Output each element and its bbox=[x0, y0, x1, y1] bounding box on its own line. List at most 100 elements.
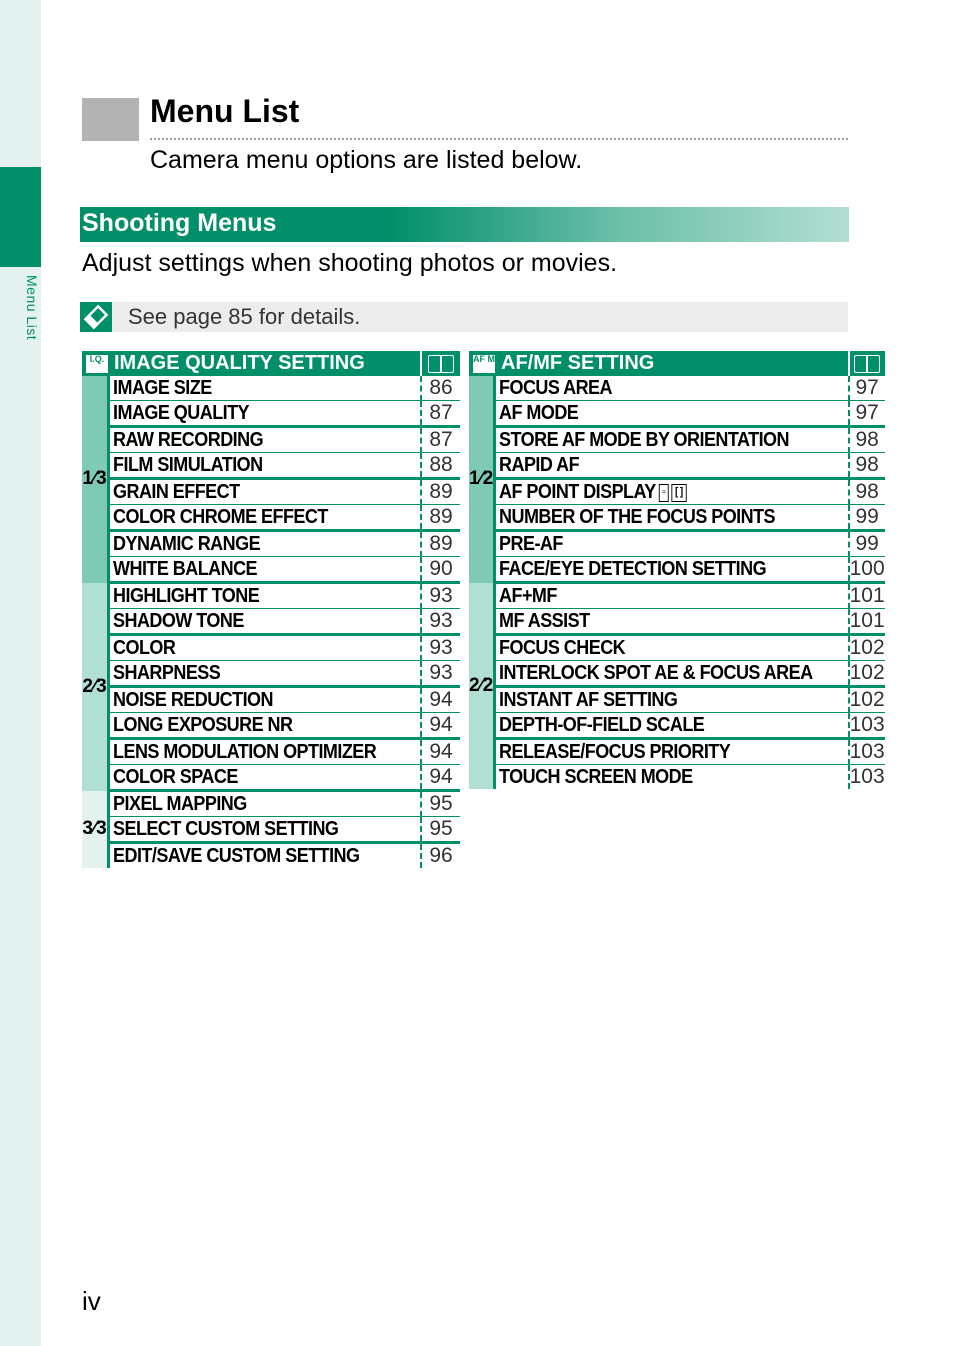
menu-item-name[interactable]: RELEASE/FOCUS PRIORITY bbox=[494, 738, 814, 765]
page-reference[interactable]: 102 bbox=[847, 660, 885, 688]
page-reference[interactable]: 102 bbox=[847, 634, 885, 661]
menu-item-name[interactable]: NUMBER OF THE FOCUS POINTS bbox=[494, 504, 814, 532]
page-reference[interactable]: 94 bbox=[420, 764, 460, 792]
menu-row[interactable]: DEPTH-OF-FIELD SCALE 103 bbox=[469, 712, 885, 740]
menu-item-name[interactable]: AF MODE bbox=[494, 400, 814, 428]
page-reference[interactable]: 101 bbox=[847, 608, 885, 636]
menu-item-name[interactable]: PRE-AF bbox=[494, 530, 814, 557]
page-reference[interactable]: 102 bbox=[847, 686, 885, 713]
menu-item-name[interactable]: LONG EXPOSURE NR bbox=[108, 712, 390, 740]
menu-row[interactable]: FILM SIMULATION 88 bbox=[82, 452, 460, 480]
menu-item-name[interactable]: GRAIN EFFECT bbox=[108, 478, 390, 505]
menu-row[interactable]: RAW RECORDING 87 bbox=[82, 426, 460, 453]
menu-item-name[interactable]: DEPTH-OF-FIELD SCALE bbox=[494, 712, 814, 740]
menu-row[interactable]: STORE AF MODE BY ORIENTATION 98 bbox=[469, 426, 885, 453]
page-reference[interactable]: 94 bbox=[420, 738, 460, 765]
menu-item-name[interactable]: FACE/EYE DETECTION SETTING bbox=[494, 556, 814, 584]
page-reference[interactable]: 93 bbox=[420, 634, 460, 661]
menu-row[interactable]: COLOR CHROME EFFECT 89 bbox=[82, 504, 460, 532]
menu-row[interactable]: PRE-AF 99 bbox=[469, 530, 885, 557]
page-reference[interactable]: 93 bbox=[420, 582, 460, 609]
menu-row[interactable]: RELEASE/FOCUS PRIORITY 103 bbox=[469, 738, 885, 765]
menu-item-name[interactable]: LENS MODULATION OPTIMIZER bbox=[108, 738, 390, 765]
menu-row[interactable]: COLOR SPACE 94 bbox=[82, 764, 460, 792]
menu-row[interactable]: TOUCH SCREEN MODE 103 bbox=[469, 764, 885, 790]
menu-row[interactable]: GRAIN EFFECT 89 bbox=[82, 478, 460, 505]
page-reference[interactable]: 89 bbox=[420, 530, 460, 557]
page-reference[interactable]: 98 bbox=[847, 426, 885, 453]
page-reference[interactable]: 97 bbox=[847, 376, 885, 401]
menu-row[interactable]: LONG EXPOSURE NR 94 bbox=[82, 712, 460, 740]
page-reference[interactable]: 99 bbox=[847, 504, 885, 532]
menu-item-name[interactable]: DYNAMIC RANGE bbox=[108, 530, 390, 557]
menu-row[interactable]: INTERLOCK SPOT AE & FOCUS AREA 102 bbox=[469, 660, 885, 688]
menu-row[interactable]: 2⁄2 AF+MF 101 bbox=[469, 582, 885, 789]
menu-row[interactable]: RAPID AF 98 bbox=[469, 452, 885, 480]
page-reference[interactable]: 98 bbox=[847, 452, 885, 480]
page-reference[interactable]: 99 bbox=[847, 530, 885, 557]
menu-row[interactable]: 1⁄3 IMAGE SIZE 86 bbox=[82, 376, 460, 583]
menu-row[interactable]: SELECT CUSTOM SETTING 95 bbox=[82, 816, 460, 844]
menu-item-name[interactable]: COLOR bbox=[108, 634, 390, 661]
menu-row[interactable]: 3⁄3 PIXEL MAPPING 95 bbox=[82, 790, 460, 868]
menu-item-name[interactable]: EDIT/SAVE CUSTOM SETTING bbox=[109, 843, 390, 869]
page-reference[interactable]: 90 bbox=[420, 556, 460, 584]
menu-row[interactable]: AF POINT DISPLAY ▫[ ] 98 bbox=[469, 478, 885, 505]
menu-row[interactable]: 2⁄3 HIGHLIGHT TONE 93 bbox=[82, 582, 460, 791]
menu-row[interactable]: DYNAMIC RANGE 89 bbox=[82, 530, 460, 557]
page-reference[interactable]: 98 bbox=[847, 478, 885, 505]
menu-item-name[interactable]: INTERLOCK SPOT AE & FOCUS AREA bbox=[494, 660, 814, 688]
menu-row[interactable]: IMAGE QUALITY 87 bbox=[82, 400, 460, 428]
page-reference[interactable]: 88 bbox=[420, 452, 460, 480]
page-reference[interactable]: 89 bbox=[420, 504, 460, 532]
menu-item-name[interactable]: FOCUS AREA bbox=[494, 376, 814, 401]
page-reference[interactable]: 96 bbox=[420, 842, 460, 868]
page-reference[interactable]: 87 bbox=[420, 400, 460, 428]
menu-row[interactable]: LENS MODULATION OPTIMIZER 94 bbox=[82, 738, 460, 765]
menu-row[interactable]: 1⁄2 FOCUS AREA 97 bbox=[469, 376, 885, 583]
page-reference[interactable]: 89 bbox=[420, 478, 460, 505]
menu-row[interactable]: WHITE BALANCE 90 bbox=[82, 556, 460, 584]
menu-row[interactable]: COLOR 93 bbox=[82, 634, 460, 661]
menu-row[interactable]: EDIT/SAVE CUSTOM SETTING 96 bbox=[82, 842, 460, 869]
menu-item-name[interactable]: INSTANT AF SETTING bbox=[494, 686, 814, 713]
menu-item-name[interactable]: COLOR CHROME EFFECT bbox=[108, 504, 390, 532]
menu-item-name[interactable]: SHADOW TONE bbox=[108, 608, 390, 636]
menu-item-name[interactable]: STORE AF MODE BY ORIENTATION bbox=[494, 426, 814, 453]
menu-item-name[interactable]: RAPID AF bbox=[494, 452, 814, 480]
page-reference[interactable]: 103 bbox=[847, 764, 885, 789]
menu-item-name[interactable]: FILM SIMULATION bbox=[108, 452, 390, 480]
menu-item-name[interactable]: MF ASSIST bbox=[494, 608, 814, 636]
page-reference[interactable]: 95 bbox=[420, 790, 460, 817]
menu-item-name[interactable]: COLOR SPACE bbox=[108, 764, 390, 792]
page-reference[interactable]: 100 bbox=[847, 556, 885, 584]
chapter-tab[interactable] bbox=[0, 167, 41, 267]
page-reference[interactable]: 94 bbox=[420, 686, 460, 713]
menu-item-name[interactable]: RAW RECORDING bbox=[108, 426, 390, 453]
menu-row[interactable]: FOCUS CHECK 102 bbox=[469, 634, 885, 661]
page-reference[interactable]: 87 bbox=[420, 426, 460, 453]
menu-item-name[interactable]: IMAGE QUALITY bbox=[108, 400, 390, 428]
page-reference[interactable]: 95 bbox=[420, 816, 460, 844]
menu-item-name[interactable]: SHARPNESS bbox=[108, 660, 390, 688]
menu-item-name[interactable]: SELECT CUSTOM SETTING bbox=[108, 816, 390, 844]
menu-item-name[interactable]: FOCUS CHECK bbox=[494, 634, 814, 661]
menu-item-name[interactable]: AF+MF bbox=[494, 582, 814, 609]
menu-row[interactable]: AF MODE 97 bbox=[469, 400, 885, 428]
page-reference[interactable]: 103 bbox=[847, 738, 885, 765]
menu-row[interactable]: NUMBER OF THE FOCUS POINTS 99 bbox=[469, 504, 885, 532]
menu-item-name[interactable]: IMAGE SIZE bbox=[108, 376, 390, 401]
page-reference[interactable]: 97 bbox=[847, 400, 885, 428]
page-reference[interactable]: 93 bbox=[420, 660, 460, 688]
menu-item-name[interactable]: WHITE BALANCE bbox=[108, 556, 390, 584]
menu-row[interactable]: FACE/EYE DETECTION SETTING 100 bbox=[469, 556, 885, 584]
menu-item-name[interactable]: TOUCH SCREEN MODE bbox=[495, 765, 813, 790]
menu-row[interactable]: SHARPNESS 93 bbox=[82, 660, 460, 688]
menu-row[interactable]: NOISE REDUCTION 94 bbox=[82, 686, 460, 713]
page-reference[interactable]: 94 bbox=[420, 712, 460, 740]
menu-item-name[interactable]: HIGHLIGHT TONE bbox=[108, 582, 390, 609]
page-reference[interactable]: 103 bbox=[847, 712, 885, 740]
menu-item-name[interactable]: AF POINT DISPLAY ▫[ ] bbox=[494, 478, 814, 505]
menu-row[interactable]: MF ASSIST 101 bbox=[469, 608, 885, 636]
menu-row[interactable]: INSTANT AF SETTING 102 bbox=[469, 686, 885, 713]
